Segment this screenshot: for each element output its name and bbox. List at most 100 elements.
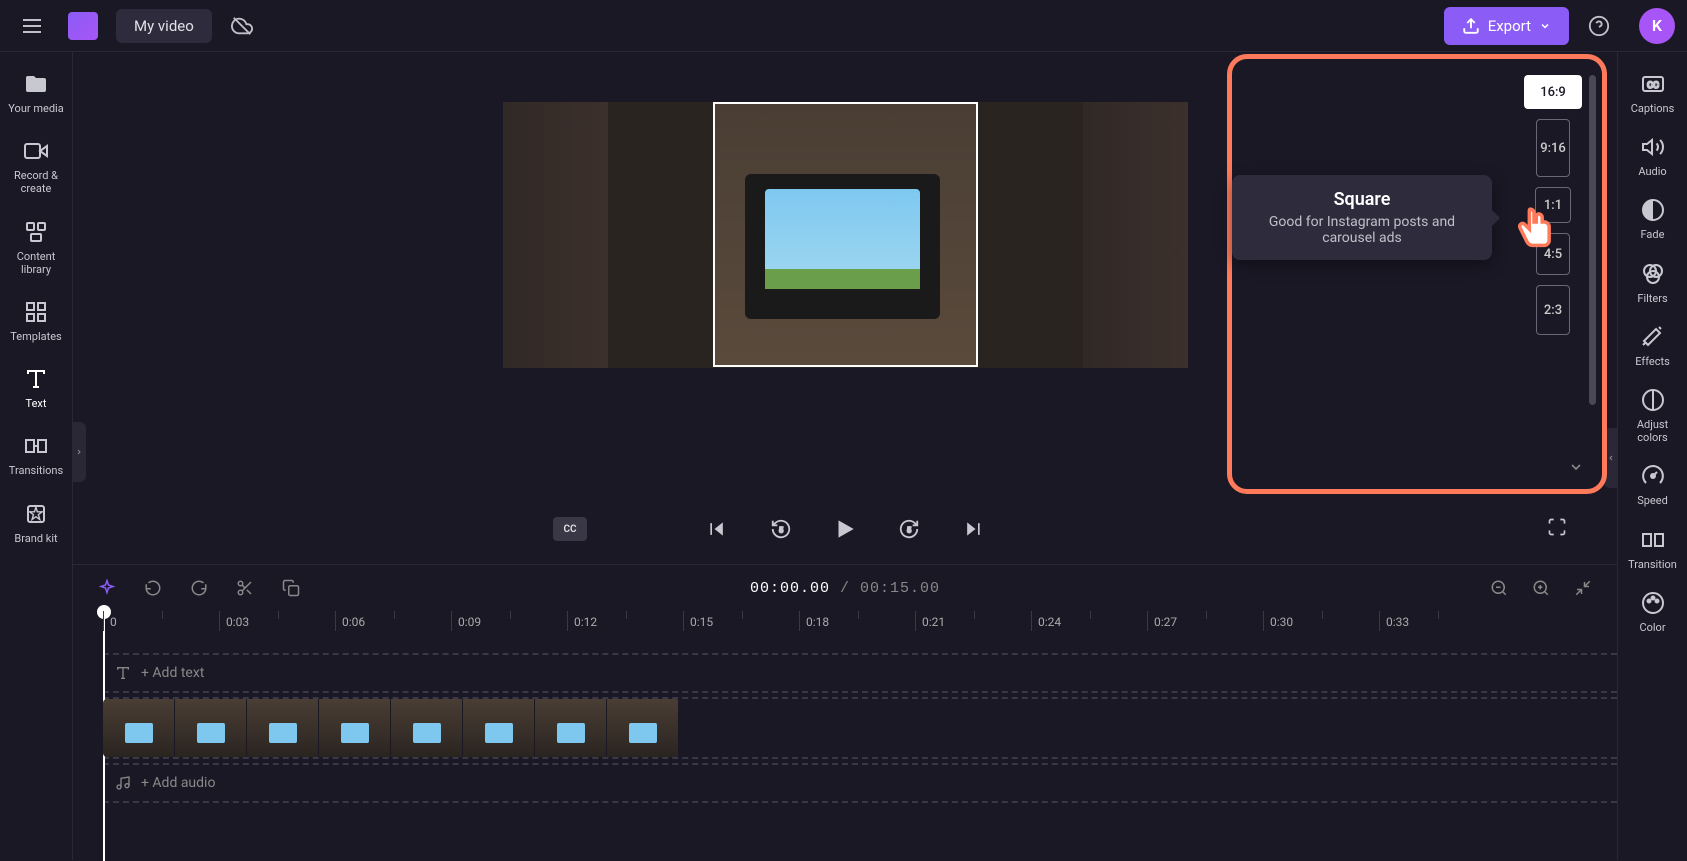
ruler-tick: 0:27 — [1147, 611, 1263, 631]
skip-end-button[interactable] — [953, 509, 993, 549]
user-avatar[interactable]: K — [1639, 8, 1675, 44]
zoom-in-icon — [1532, 579, 1550, 597]
forward-5-button[interactable]: 5 — [889, 509, 929, 549]
help-button[interactable] — [1579, 6, 1619, 46]
right-item-captions[interactable]: CC Captions — [1621, 72, 1685, 115]
split-button[interactable] — [231, 574, 259, 602]
upload-icon — [1462, 17, 1480, 35]
fade-icon — [1641, 198, 1665, 222]
play-icon — [832, 516, 858, 542]
chevron-down-icon — [1539, 20, 1551, 32]
redo-button[interactable] — [185, 574, 213, 602]
aspect-option-1-1[interactable]: 1:1 — [1535, 187, 1571, 223]
chevron-down-icon — [1568, 459, 1584, 475]
right-item-fade[interactable]: Fade — [1621, 198, 1685, 241]
aspect-option-4-5[interactable]: 4:5 — [1536, 233, 1570, 275]
rewind-icon: 5 — [770, 518, 792, 540]
app-logo — [68, 12, 98, 40]
aspect-more-button[interactable] — [1568, 459, 1584, 479]
export-button[interactable]: Export — [1444, 7, 1569, 45]
timecode-display: 00:00.00 / 00:15.00 — [750, 580, 940, 597]
right-item-filters[interactable]: Filters — [1621, 262, 1685, 305]
topbar: My video Export K — [0, 0, 1687, 52]
right-sidebar: CC Captions Audio Fade Filters Effects A… — [1617, 52, 1687, 860]
text-icon — [115, 665, 131, 681]
folder-icon — [24, 72, 48, 96]
project-title[interactable]: My video — [116, 9, 212, 43]
right-item-speed[interactable]: Speed — [1621, 464, 1685, 507]
speed-icon — [1641, 464, 1665, 488]
ruler-tick: 0:33 — [1379, 611, 1495, 631]
text-track[interactable]: + Add text — [103, 653, 1617, 693]
play-button[interactable] — [825, 509, 865, 549]
fullscreen-button[interactable] — [1547, 517, 1567, 541]
auto-compose-button[interactable] — [93, 574, 121, 602]
scissors-icon — [236, 579, 254, 597]
ruler-tick: 0 — [103, 611, 219, 631]
ruler-tick: 0:24 — [1031, 611, 1147, 631]
crop-frame[interactable] — [713, 102, 978, 367]
svg-text:CC: CC — [1647, 81, 1659, 91]
sidebar-item-brand-kit[interactable]: Brand kit — [1, 492, 71, 555]
adjust-icon — [1641, 388, 1665, 412]
help-icon — [1588, 15, 1610, 37]
ruler-tick: 0:09 — [451, 611, 567, 631]
right-item-effects[interactable]: Effects — [1621, 325, 1685, 368]
aspect-ratio-list: 16:9 9:16 1:1 4:5 2:3 — [1524, 75, 1582, 335]
audio-track[interactable]: + Add audio — [103, 763, 1617, 803]
timeline-ruler[interactable]: 0 0:03 0:06 0:09 0:12 0:15 0:18 0:21 0:2… — [73, 611, 1617, 645]
aspect-scrollbar[interactable] — [1589, 75, 1596, 405]
playback-controls: CC 5 5 — [73, 494, 1617, 564]
rewind-5-button[interactable]: 5 — [761, 509, 801, 549]
sidebar-item-record-create[interactable]: Record & create — [1, 129, 71, 205]
ruler-tick: 0:06 — [335, 611, 451, 631]
zoom-out-button[interactable] — [1485, 574, 1513, 602]
aspect-option-16-9[interactable]: 16:9 — [1524, 75, 1582, 109]
music-icon — [115, 775, 131, 791]
ruler-tick: 0:03 — [219, 611, 335, 631]
text-icon — [24, 367, 48, 391]
transition-icon — [1641, 528, 1665, 552]
effects-icon — [1641, 325, 1665, 349]
closed-captions-button[interactable]: CC — [553, 517, 587, 541]
sidebar-item-content-library[interactable]: Content library — [1, 210, 71, 286]
skip-forward-icon — [963, 519, 983, 539]
audio-icon — [1641, 135, 1665, 159]
fit-timeline-button[interactable] — [1569, 574, 1597, 602]
right-item-color[interactable]: Color — [1621, 591, 1685, 634]
svg-text:5: 5 — [907, 526, 911, 535]
skip-start-button[interactable] — [697, 509, 737, 549]
copy-button[interactable] — [277, 574, 305, 602]
timeline-panel: 00:00.00 / 00:15.00 0 0:03 — [73, 564, 1617, 860]
forward-icon: 5 — [898, 518, 920, 540]
ruler-tick: 0:18 — [799, 611, 915, 631]
right-item-adjust-colors[interactable]: Adjust colors — [1621, 388, 1685, 444]
right-item-audio[interactable]: Audio — [1621, 135, 1685, 178]
video-track[interactable] — [103, 697, 1617, 759]
aspect-option-2-3[interactable]: 2:3 — [1536, 285, 1570, 335]
undo-icon — [144, 579, 162, 597]
camera-icon — [24, 139, 48, 163]
undo-button[interactable] — [139, 574, 167, 602]
templates-icon — [24, 300, 48, 324]
cloud-sync-button[interactable] — [222, 6, 262, 46]
sidebar-item-templates[interactable]: Templates — [1, 290, 71, 353]
sidebar-item-transitions[interactable]: Transitions — [1, 424, 71, 487]
right-item-transition[interactable]: Transition — [1621, 528, 1685, 571]
hamburger-icon — [20, 14, 44, 38]
hamburger-menu-button[interactable] — [12, 6, 52, 46]
zoom-in-button[interactable] — [1527, 574, 1555, 602]
timeline-tracks: + Add text + Add — [73, 645, 1617, 803]
sidebar-item-your-media[interactable]: Your media — [1, 62, 71, 125]
video-canvas — [608, 102, 1083, 368]
ruler-tick: 0:15 — [683, 611, 799, 631]
redo-icon — [190, 579, 208, 597]
sparkle-icon — [98, 579, 116, 597]
zoom-out-icon — [1490, 579, 1508, 597]
video-clip[interactable] — [103, 699, 679, 757]
video-content-tv — [745, 174, 940, 319]
left-sidebar: Your media Record & create Content libra… — [0, 52, 73, 860]
aspect-option-9-16[interactable]: 9:16 — [1536, 119, 1570, 177]
sidebar-item-text[interactable]: Text — [1, 357, 71, 420]
chevron-left-icon — [1607, 452, 1615, 464]
